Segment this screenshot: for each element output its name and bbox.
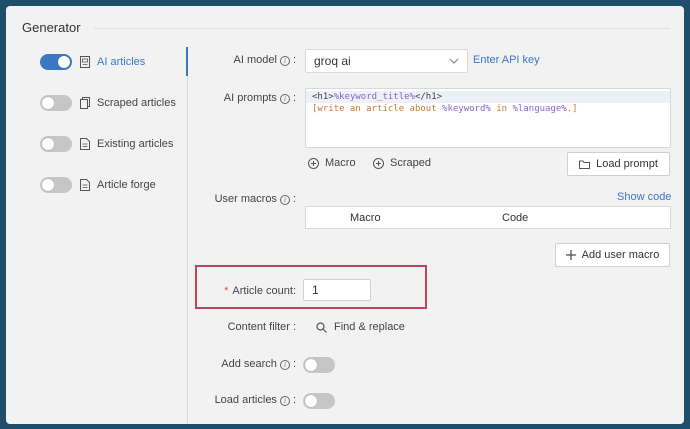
info-icon[interactable]: i (279, 360, 290, 370)
ai-model-label: AI model (233, 54, 277, 66)
load-prompt-button[interactable]: Load prompt (567, 152, 670, 176)
info-icon[interactable]: i (279, 195, 290, 205)
sidebar-item-scraped-articles[interactable]: Scraped articles (40, 93, 176, 113)
ai-article-icon (80, 56, 90, 68)
content-filter-label-row: Content filter: (227, 321, 296, 333)
content-filter-label: Content filter (227, 321, 290, 333)
sidebar-item-label: AI articles (97, 56, 146, 68)
macro-button[interactable]: Macro (308, 157, 356, 169)
article-count-label: Article count (232, 285, 293, 297)
plus-circle-icon (373, 157, 384, 169)
scraped-articles-toggle[interactable] (40, 95, 72, 111)
ai-prompts-editor[interactable]: <h1>%keyword_title%</h1> [write an artic… (305, 88, 671, 148)
required-marker: * (224, 285, 229, 297)
ai-model-value: groq ai (314, 54, 351, 68)
sidebar-item-label: Article forge (97, 179, 156, 191)
user-macros-label-row: User macros i: (214, 193, 296, 205)
add-user-macro-button[interactable]: Add user macro (555, 243, 670, 267)
sidebar-item-existing-articles[interactable]: Existing articles (40, 134, 173, 154)
ai-articles-toggle[interactable] (40, 54, 72, 70)
show-code-link[interactable]: Show code (617, 191, 671, 203)
load-articles-label-row: Load articles i: (214, 394, 296, 406)
plus-circle-icon (308, 157, 319, 169)
chevron-down-icon (449, 58, 459, 64)
copy-icon (80, 97, 90, 109)
info-icon[interactable]: i (279, 94, 290, 104)
sidebar-item-ai-articles[interactable]: AI articles (40, 52, 145, 72)
scraped-button[interactable]: Scraped (373, 157, 431, 169)
sidebar-active-indicator (186, 47, 188, 76)
add-search-label-row: Add search i: (221, 358, 296, 370)
user-macros-table-header: Macro Code (305, 206, 671, 229)
add-search-label: Add search (221, 358, 277, 370)
search-icon (316, 321, 327, 333)
ai-model-label-row: AI model i: (233, 54, 296, 66)
ai-prompts-label: AI prompts (223, 92, 277, 104)
code-line: [write an article about %keyword% in %la… (312, 104, 578, 114)
code-line: <h1>%keyword_title%</h1> (306, 91, 670, 103)
sidebar-item-article-forge[interactable]: Article forge (40, 175, 156, 195)
document-icon (80, 138, 90, 150)
existing-articles-toggle[interactable] (40, 136, 72, 152)
article-count-label-row: * Article count: (224, 285, 296, 297)
article-forge-toggle[interactable] (40, 177, 72, 193)
sidebar-divider (187, 49, 188, 424)
load-articles-toggle[interactable] (303, 393, 335, 409)
article-count-input[interactable]: 1 (303, 279, 371, 301)
enter-api-key-link[interactable]: Enter API key (473, 54, 540, 66)
section-divider (94, 28, 670, 29)
section-title: Generator (22, 20, 81, 35)
ai-model-select[interactable]: groq ai (305, 49, 468, 73)
add-search-toggle[interactable] (303, 357, 335, 373)
column-header-code: Code (502, 212, 529, 224)
generator-panel: Generator AI articles Scraped articles E… (6, 6, 684, 424)
document-icon (80, 179, 90, 191)
sidebar-item-label: Existing articles (97, 138, 174, 150)
column-header-macro: Macro (350, 212, 381, 224)
plus-icon (565, 250, 576, 260)
info-icon[interactable]: i (279, 56, 290, 66)
find-replace-button[interactable]: Find & replace (316, 321, 405, 333)
load-articles-label: Load articles (214, 394, 277, 406)
sidebar-item-label: Scraped articles (97, 97, 176, 109)
ai-prompts-label-row: AI prompts i: (223, 92, 296, 104)
user-macros-label: User macros (214, 193, 277, 205)
folder-icon (579, 160, 591, 169)
info-icon[interactable]: i (279, 396, 290, 406)
